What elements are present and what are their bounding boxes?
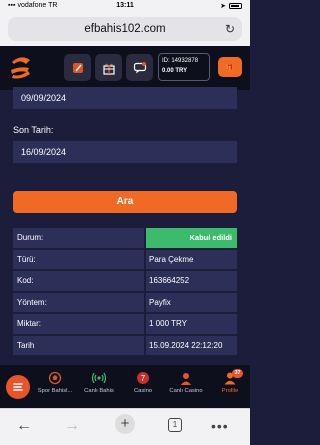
profile-notification-badge: 37 <box>232 369 243 378</box>
messages-button[interactable] <box>126 54 153 81</box>
tab-label: Profile <box>221 388 239 394</box>
table-row: Kod: 163664252 <box>13 271 237 291</box>
tab-label: Casino <box>133 388 153 394</box>
chat-icon <box>133 61 146 73</box>
app-header: ID: 14932878 0.00 TRY 🎁 <box>0 46 250 90</box>
row-key: Miktar: <box>13 314 144 334</box>
row-value: 1 000 TRY <box>146 314 237 334</box>
account-balance-box[interactable]: ID: 14932878 0.00 TRY <box>158 53 210 81</box>
promotions-button[interactable] <box>95 54 122 81</box>
row-key: Tarih <box>13 335 144 355</box>
table-row: Durum: Kabul edildi <box>13 228 237 248</box>
tab-label: Spor Bahisl... <box>37 388 73 394</box>
account-balance: 0.00 TRY <box>162 68 188 74</box>
menu-fab-button[interactable] <box>6 375 30 399</box>
gift-icon <box>102 63 115 75</box>
row-value: 15.09.2024 22:12:20 <box>146 335 237 355</box>
soccer-ball-icon <box>48 371 62 385</box>
start-date-field[interactable]: 09/09/2024 <box>13 87 237 109</box>
table-row: Yöntem: Payfix <box>13 292 237 312</box>
row-value: Para Çekme <box>146 249 237 269</box>
brand-logo-icon[interactable] <box>8 54 34 82</box>
transaction-details-table: Durum: Kabul edildi Türü: Para Çekme Kod… <box>13 228 237 357</box>
account-id: ID: 14932878 <box>162 58 199 64</box>
row-key: Türü: <box>13 249 144 269</box>
table-row: Tarih 15.09.2024 22:12:20 <box>13 335 237 355</box>
row-key: Kod: <box>13 271 144 291</box>
battery-icon <box>229 3 242 9</box>
row-key: Durum: <box>13 228 144 248</box>
back-arrow-icon[interactable]: ← <box>16 417 32 435</box>
browser-address-area: efbahis102.com ↻ <box>0 13 250 46</box>
end-date-label: Son Tarih: <box>13 125 54 135</box>
ios-status-bar: ▪▪▪ vodafone TR 13:11 ➤ <box>0 0 250 13</box>
live-broadcast-icon <box>91 372 107 384</box>
reload-icon[interactable]: ↻ <box>225 17 235 41</box>
tab-label: Canlı Casino <box>169 388 203 394</box>
tabs-count-icon[interactable]: 1 <box>168 418 182 432</box>
tab-live-casino[interactable]: Canlı Casino <box>165 370 207 404</box>
end-date-field[interactable]: 16/09/2024 <box>13 141 237 163</box>
dealer-icon <box>181 372 191 385</box>
gift-badge-icon: 🎁 <box>226 64 234 71</box>
url-bar[interactable]: efbahis102.com ↻ <box>8 17 242 41</box>
more-dots-icon[interactable]: ••• <box>211 418 229 434</box>
pencil-icon <box>72 62 83 73</box>
location-icon: ➤ <box>220 3 226 10</box>
transaction-history-panel: 09/09/2024 Son Tarih: 16/09/2024 Ara Dur… <box>0 87 250 365</box>
row-value: Payfix <box>146 292 237 312</box>
casino-chip-icon: 7 <box>137 372 149 384</box>
row-key: Yöntem: <box>13 292 144 312</box>
search-button[interactable]: Ara <box>13 191 237 213</box>
row-value: 163664252 <box>146 271 237 291</box>
svg-text:7: 7 <box>141 374 146 383</box>
bonus-button[interactable]: 🎁 <box>218 57 242 77</box>
status-badge: Kabul edildi <box>146 228 237 248</box>
new-tab-plus-icon[interactable]: + <box>115 414 135 434</box>
browser-toolbar: ← → + 1 ••• <box>0 408 250 445</box>
tab-label: Canlı Bahis <box>84 388 114 394</box>
url-text: efbahis102.com <box>84 23 166 35</box>
clock: 13:11 <box>116 2 134 9</box>
table-row: Miktar: 1 000 TRY <box>13 314 237 334</box>
logo-menu-icon <box>13 383 23 391</box>
table-row: Türü: Para Çekme <box>13 249 237 269</box>
forward-arrow-icon[interactable]: → <box>64 417 80 435</box>
tab-live-betting[interactable]: Canlı Bahis <box>78 370 120 404</box>
tab-sports-betting[interactable]: Spor Bahisl... <box>34 370 76 404</box>
status-icons: ➤ <box>220 2 242 10</box>
tab-casino[interactable]: 7 Casino <box>122 370 164 404</box>
tab-profile[interactable]: Profile <box>209 370 251 404</box>
slip-button[interactable] <box>64 54 91 81</box>
